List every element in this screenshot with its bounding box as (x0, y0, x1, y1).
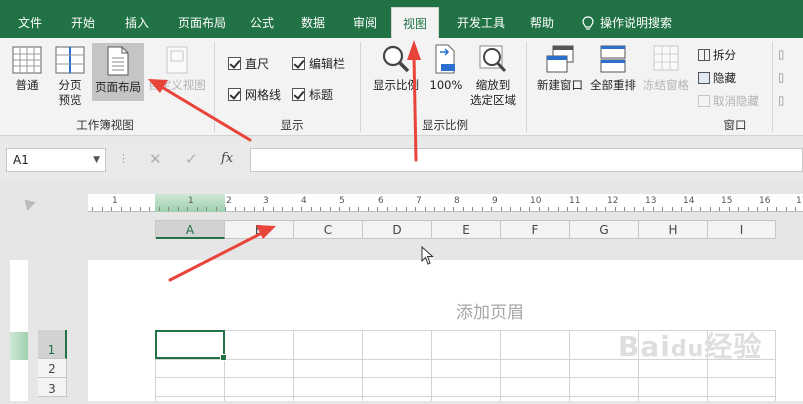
watermark-logo: Baidu经验 (618, 330, 763, 363)
